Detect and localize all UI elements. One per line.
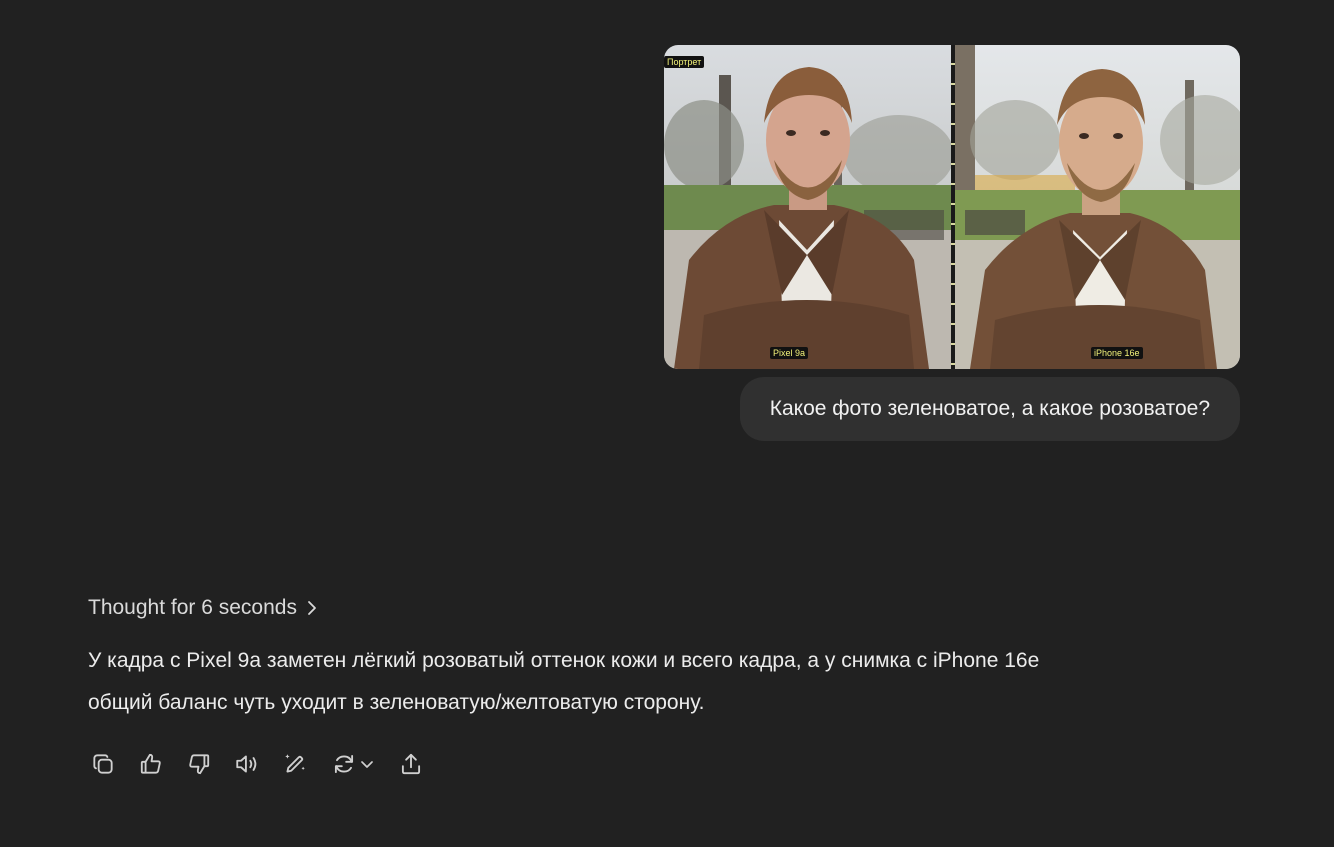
photo-label-left: Pixel 9a bbox=[770, 347, 809, 359]
thought-label: Thought for 6 seconds bbox=[88, 596, 297, 619]
thumbs-down-icon bbox=[189, 754, 210, 775]
portrait-photo-left bbox=[664, 45, 951, 369]
regenerate-button[interactable] bbox=[328, 746, 378, 782]
chat-page: Портрет Pixel 9a iPhone 16e Какое фото з… bbox=[0, 0, 1334, 847]
user-message-text: Какое фото зеленоватое, а какое розовато… bbox=[769, 397, 1210, 420]
assistant-message: У кадра с Pixel 9a заметен лёгкий розова… bbox=[88, 640, 1238, 724]
good-response-button[interactable] bbox=[136, 746, 166, 782]
answer-line: общий баланс чуть уходит в зеленоватую/ж… bbox=[88, 691, 705, 714]
copy-button[interactable] bbox=[88, 746, 118, 782]
photo-iphone-16e: iPhone 16e bbox=[955, 45, 1240, 369]
regenerate-icon bbox=[334, 754, 354, 774]
chevron-right-icon bbox=[308, 601, 316, 615]
chevron-down-icon bbox=[361, 761, 373, 768]
photo-pixel-9a: Портрет Pixel 9a bbox=[664, 45, 951, 369]
message-actions bbox=[88, 746, 444, 782]
thought-toggle[interactable]: Thought for 6 seconds bbox=[88, 596, 319, 620]
photo-mode-tag: Портрет bbox=[664, 56, 705, 68]
bad-response-button[interactable] bbox=[184, 746, 214, 782]
share-icon bbox=[401, 753, 421, 775]
photo-label-right: iPhone 16e bbox=[1091, 347, 1143, 359]
answer-line: У кадра с Pixel 9a заметен лёгкий розова… bbox=[88, 649, 1040, 672]
portrait-photo-right bbox=[955, 45, 1240, 369]
read-aloud-button[interactable] bbox=[232, 746, 262, 782]
edit-icon bbox=[285, 754, 305, 773]
copy-icon bbox=[93, 754, 113, 774]
thumbs-up-icon bbox=[140, 753, 161, 774]
share-button[interactable] bbox=[396, 746, 426, 782]
edit-in-canvas-button[interactable] bbox=[280, 746, 310, 782]
uploaded-photo-comparison[interactable]: Портрет Pixel 9a iPhone 16e bbox=[664, 45, 1240, 369]
user-message-bubble: Какое фото зеленоватое, а какое розовато… bbox=[739, 377, 1240, 441]
read-aloud-icon bbox=[236, 755, 257, 773]
